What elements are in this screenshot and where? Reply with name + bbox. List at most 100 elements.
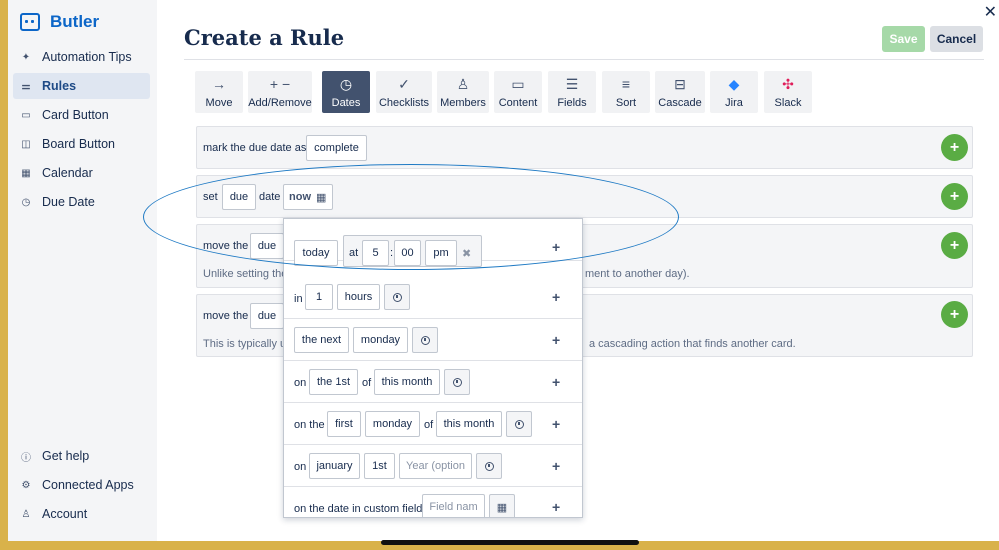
sidebar-item-connected-apps[interactable]: ⚙ Connected Apps bbox=[13, 472, 150, 498]
due-status-select[interactable]: complete bbox=[306, 135, 367, 161]
add-option-icon[interactable]: + bbox=[552, 499, 560, 515]
clear-icon[interactable]: ✖ bbox=[462, 247, 471, 260]
sidebar-item-label: Due Date bbox=[42, 195, 95, 209]
add-option-icon[interactable]: + bbox=[552, 289, 560, 305]
sidebar-item-label: Rules bbox=[42, 79, 77, 93]
sidebar-item-calendar[interactable]: ▦ Calendar bbox=[13, 160, 150, 186]
date-field-select[interactable]: due bbox=[250, 303, 284, 329]
clock-icon[interactable] bbox=[412, 327, 438, 353]
option-row-date: on january 1st Year (option + bbox=[284, 445, 582, 487]
date-field-select[interactable]: due bbox=[250, 233, 284, 259]
save-button[interactable]: Save bbox=[882, 26, 925, 52]
add-option-icon[interactable]: + bbox=[552, 374, 560, 390]
unit-select[interactable]: hours bbox=[337, 284, 380, 310]
tab-fields[interactable]: ☰ Fields bbox=[548, 71, 596, 113]
user-icon: ♙ bbox=[21, 508, 31, 520]
period-select[interactable]: this month bbox=[374, 369, 440, 395]
on-label: on bbox=[294, 377, 307, 389]
time-separator: : bbox=[390, 247, 394, 259]
of-label: of bbox=[424, 419, 434, 431]
brand-name: Butler bbox=[50, 12, 100, 31]
sidebar-item-due-date[interactable]: ◷ Due Date bbox=[13, 189, 150, 215]
clock-icon[interactable] bbox=[384, 284, 410, 310]
weekday-select[interactable]: monday bbox=[353, 327, 408, 353]
ampm-select[interactable]: pm bbox=[425, 240, 457, 266]
date-value-select[interactable]: now ▦ bbox=[283, 184, 333, 210]
tab-move[interactable]: → Move bbox=[195, 71, 243, 113]
year-input[interactable]: Year (option bbox=[399, 453, 472, 479]
sidebar-item-account[interactable]: ♙ Account bbox=[13, 501, 150, 527]
ordinal-select[interactable]: first bbox=[327, 411, 361, 437]
row-hint: Unlike setting the bbox=[203, 268, 288, 280]
tab-members[interactable]: ♙ Members bbox=[437, 71, 489, 113]
period-select[interactable]: this month bbox=[436, 411, 502, 437]
row-text: move the bbox=[203, 310, 249, 322]
tab-cascade[interactable]: ⊟ Cascade bbox=[655, 71, 705, 113]
day-select[interactable]: 1st bbox=[364, 453, 395, 479]
amount-input[interactable]: 1 bbox=[305, 284, 333, 310]
sidebar-item-automation-tips[interactable]: ✦ Automation Tips bbox=[13, 44, 150, 70]
tab-label: Checklists bbox=[378, 97, 430, 109]
action-row-set-date: set due date now ▦ + bbox=[196, 175, 973, 218]
tab-jira[interactable]: ◆ Jira bbox=[710, 71, 758, 113]
minute-input[interactable]: 00 bbox=[394, 240, 421, 266]
custom-field-input[interactable]: Field nam bbox=[422, 494, 485, 517]
add-action-button[interactable]: + bbox=[941, 183, 968, 210]
tab-add-remove[interactable]: + − Add/Remove bbox=[248, 71, 312, 113]
add-action-button[interactable]: + bbox=[941, 232, 968, 259]
day-select[interactable]: today bbox=[294, 240, 338, 266]
sidebar-item-label: Connected Apps bbox=[42, 478, 134, 492]
option-row-in: in 1 hours + bbox=[284, 277, 582, 319]
month-select[interactable]: january bbox=[309, 453, 360, 479]
help-icon: ⓘ bbox=[21, 452, 31, 464]
sidebar-item-rules[interactable]: ⚌ Rules bbox=[13, 73, 150, 99]
row-hint: ment to another day). bbox=[585, 268, 690, 280]
tab-checklists[interactable]: ✓ Checklists bbox=[376, 71, 432, 113]
sort-icon: ≡ bbox=[621, 76, 631, 92]
option-row-today: today at 5 : 00 pm ✖ + bbox=[284, 219, 582, 267]
sidebar-item-board-button[interactable]: ◫ Board Button bbox=[13, 131, 150, 157]
tab-label: Content bbox=[498, 97, 538, 109]
slack-icon: ✣ bbox=[782, 76, 794, 92]
clock-icon[interactable] bbox=[506, 411, 532, 437]
option-row-ordinal-weekday: on the first monday of this month + bbox=[284, 403, 582, 445]
custom-field-label: on the date in custom field bbox=[294, 503, 423, 515]
sidebar-item-get-help[interactable]: ⓘ Get help bbox=[13, 443, 150, 469]
in-label: in bbox=[294, 293, 303, 305]
tab-sort[interactable]: ≡ Sort bbox=[602, 71, 650, 113]
option-row-day-of-month: on the 1st of this month + bbox=[284, 361, 582, 403]
add-action-button[interactable]: + bbox=[941, 301, 968, 328]
clock-icon[interactable] bbox=[476, 453, 502, 479]
add-option-icon[interactable]: + bbox=[552, 416, 560, 432]
clock-icon[interactable] bbox=[444, 369, 470, 395]
tab-dates[interactable]: ◷ Dates bbox=[322, 71, 370, 113]
next-select[interactable]: the next bbox=[294, 327, 349, 353]
background-border bbox=[0, 0, 8, 550]
close-icon[interactable]: ✕ bbox=[984, 2, 997, 22]
fields-icon: ☰ bbox=[565, 76, 579, 92]
sliders-icon: ⚌ bbox=[21, 80, 31, 92]
hour-input[interactable]: 5 bbox=[362, 240, 389, 266]
cancel-button[interactable]: Cancel bbox=[930, 26, 983, 52]
tab-content[interactable]: ▭ Content bbox=[494, 71, 542, 113]
tab-label: Cascade bbox=[658, 97, 702, 109]
add-option-icon[interactable]: + bbox=[552, 239, 560, 255]
tab-label: Move bbox=[205, 97, 233, 109]
tab-slack[interactable]: ✣ Slack bbox=[764, 71, 812, 113]
row-text: move the bbox=[203, 240, 249, 252]
calendar-icon: ▦ bbox=[21, 167, 31, 179]
add-action-button[interactable]: + bbox=[941, 134, 968, 161]
nth-day-select[interactable]: the 1st bbox=[309, 369, 358, 395]
sidebar-item-label: Calendar bbox=[42, 166, 93, 180]
tab-label: Slack bbox=[774, 97, 802, 109]
add-option-icon[interactable]: + bbox=[552, 332, 560, 348]
calendar-icon[interactable]: ▦ bbox=[489, 494, 515, 517]
sidebar-item-card-button[interactable]: ▭ Card Button bbox=[13, 102, 150, 128]
date-field-select[interactable]: due bbox=[222, 184, 256, 210]
tab-label: Members bbox=[440, 97, 486, 109]
row-hint: This is typically u bbox=[203, 338, 287, 350]
weekday-select[interactable]: monday bbox=[365, 411, 420, 437]
brand[interactable]: Butler bbox=[8, 0, 157, 44]
add-option-icon[interactable]: + bbox=[552, 458, 560, 474]
row-text: set bbox=[203, 191, 218, 203]
